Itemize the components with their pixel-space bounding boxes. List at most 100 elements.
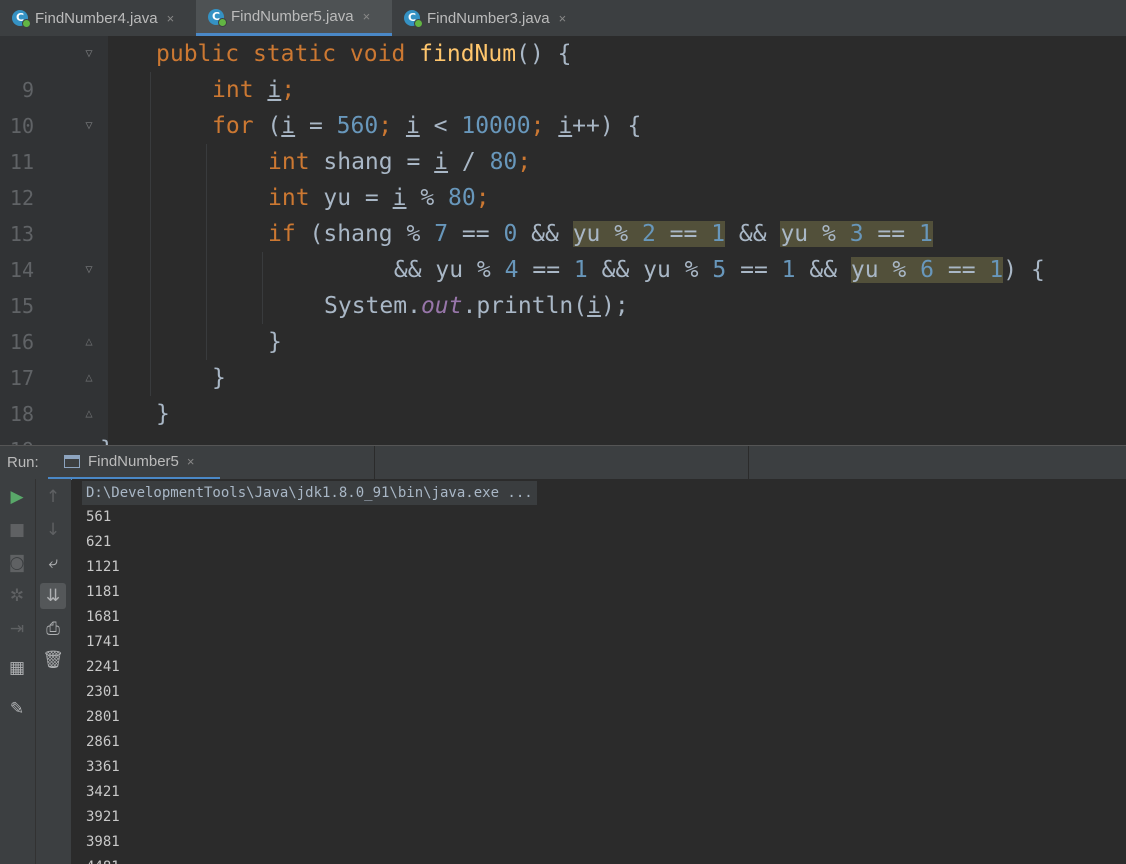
code-line: } <box>0 432 1126 445</box>
token: ) { <box>1003 257 1045 283</box>
token: ++) { <box>572 113 642 139</box>
token: int <box>268 149 310 175</box>
run-panel-header: Run: FindNumber5 × <box>0 445 1126 480</box>
token: 1 <box>781 257 796 283</box>
arrow-down-icon[interactable]: ↓ <box>40 517 66 543</box>
code-line: 9 ▽ public static void findNum() { <box>0 36 1126 102</box>
token: yu % <box>780 221 850 247</box>
layout-icon[interactable]: ▦ <box>4 655 30 681</box>
token: 2 <box>641 221 656 247</box>
rerun-icon[interactable]: ▶ <box>4 484 30 510</box>
token: == <box>448 221 504 247</box>
java-class-icon: C <box>208 8 227 27</box>
tab-findnumber4[interactable]: C FindNumber4.java × <box>0 0 196 36</box>
output-line: 2241 <box>86 659 120 675</box>
camera-icon[interactable]: ◙ <box>4 550 30 576</box>
divider <box>748 446 749 480</box>
token: ( <box>267 113 282 139</box>
tab-findnumber3[interactable]: C FindNumber3.java × <box>392 0 588 36</box>
token: yu % <box>435 257 505 283</box>
token: yu % <box>643 257 713 283</box>
fold-end-icon[interactable]: △ <box>82 406 96 420</box>
settings-icon[interactable]: ✲ <box>4 583 30 609</box>
fold-icon[interactable]: ▽ <box>82 46 96 60</box>
tab-run-findnumber5[interactable]: FindNumber5 × <box>48 446 220 480</box>
tab-label: FindNumber4.java <box>35 9 158 27</box>
token: 6 <box>920 257 934 283</box>
pin-icon[interactable]: ✎ <box>4 696 30 722</box>
tab-findnumber5[interactable]: C FindNumber5.java × <box>196 0 392 36</box>
run-toolbar-secondary: ↑ ↓ ⤶ ⇊ ⎙ 🗑 <box>36 479 71 864</box>
token: 4 <box>504 257 519 283</box>
token: == <box>518 257 574 283</box>
token: 1 <box>918 221 933 247</box>
print-icon[interactable]: ⎙ <box>40 616 66 642</box>
output-line: 3421 <box>86 784 120 800</box>
token: ; <box>378 113 393 139</box>
token: i <box>281 113 296 139</box>
token: 1 <box>573 257 588 283</box>
token: 1 <box>711 221 726 247</box>
token: 80 <box>489 149 518 175</box>
exit-icon[interactable]: ⇥ <box>4 616 30 642</box>
token: ; <box>475 185 490 211</box>
token: if <box>268 221 296 247</box>
code-line: 19 △ } <box>0 396 1126 445</box>
token: ; <box>530 113 545 139</box>
token: 80 <box>448 185 476 211</box>
code-editor[interactable]: 9 ▽ public static void findNum() { 10 in… <box>0 36 1126 445</box>
fold-icon[interactable]: ▽ <box>82 118 96 132</box>
token: i <box>558 113 573 139</box>
token: && <box>725 221 781 247</box>
token: int <box>268 185 310 211</box>
fold-end-icon[interactable]: △ <box>82 334 96 348</box>
token: i <box>405 113 420 139</box>
token: && <box>587 257 644 283</box>
token: == <box>655 221 712 247</box>
run-toolbar-primary: ▶ ■ ◙ ✲ ⇥ ▦ ✎ <box>0 479 36 864</box>
token: findNum <box>419 41 517 67</box>
token: () { <box>516 41 572 67</box>
output-line: 561 <box>86 509 112 525</box>
output-line: 1741 <box>86 634 120 650</box>
token: 3 <box>849 221 864 247</box>
console-output[interactable]: D:\DevelopmentTools\Java\jdk1.8.0_91\bin… <box>72 479 1126 864</box>
token: int <box>212 77 254 103</box>
token: 560 <box>336 113 379 139</box>
java-command[interactable]: D:\DevelopmentTools\Java\jdk1.8.0_91\bin… <box>82 481 537 505</box>
token: / <box>448 149 490 175</box>
close-icon[interactable]: × <box>559 11 567 26</box>
arrow-up-icon[interactable]: ↑ <box>40 484 66 510</box>
token: ); <box>600 293 629 319</box>
token: i <box>267 77 282 103</box>
code-line: 11 ▽ for (i = 560; i < 10000; i++) { <box>0 108 1126 174</box>
output-line: 621 <box>86 534 112 550</box>
token: ; <box>281 77 296 103</box>
output-line: 3921 <box>86 809 120 825</box>
code-line: 14 if (shang % 7 == 0 && yu % 2 == 1 && … <box>0 216 1126 282</box>
fold-icon[interactable]: ▽ <box>82 262 96 276</box>
close-icon[interactable]: × <box>167 11 175 26</box>
close-icon[interactable]: × <box>363 9 371 24</box>
tab-label: FindNumber3.java <box>427 9 550 27</box>
scroll-to-end-icon[interactable]: ⇊ <box>40 583 66 609</box>
token: yu % <box>850 257 921 283</box>
output-line: 3981 <box>86 834 120 850</box>
token: } <box>156 401 170 427</box>
trash-icon[interactable]: 🗑 <box>40 647 66 673</box>
token: } <box>212 365 226 391</box>
fold-end-icon[interactable]: △ <box>82 370 96 384</box>
code-line: 12 int shang = i / 80; <box>0 144 1126 210</box>
token: i <box>392 185 407 211</box>
token: 7 <box>434 221 449 247</box>
stop-icon[interactable]: ■ <box>4 517 30 543</box>
token: for <box>212 113 254 139</box>
soft-wrap-icon[interactable]: ⤶ <box>40 550 66 576</box>
token: System. <box>324 293 421 319</box>
token: 5 <box>712 257 727 283</box>
token: % <box>406 185 449 211</box>
token: i <box>587 293 601 319</box>
close-icon[interactable]: × <box>187 454 195 469</box>
